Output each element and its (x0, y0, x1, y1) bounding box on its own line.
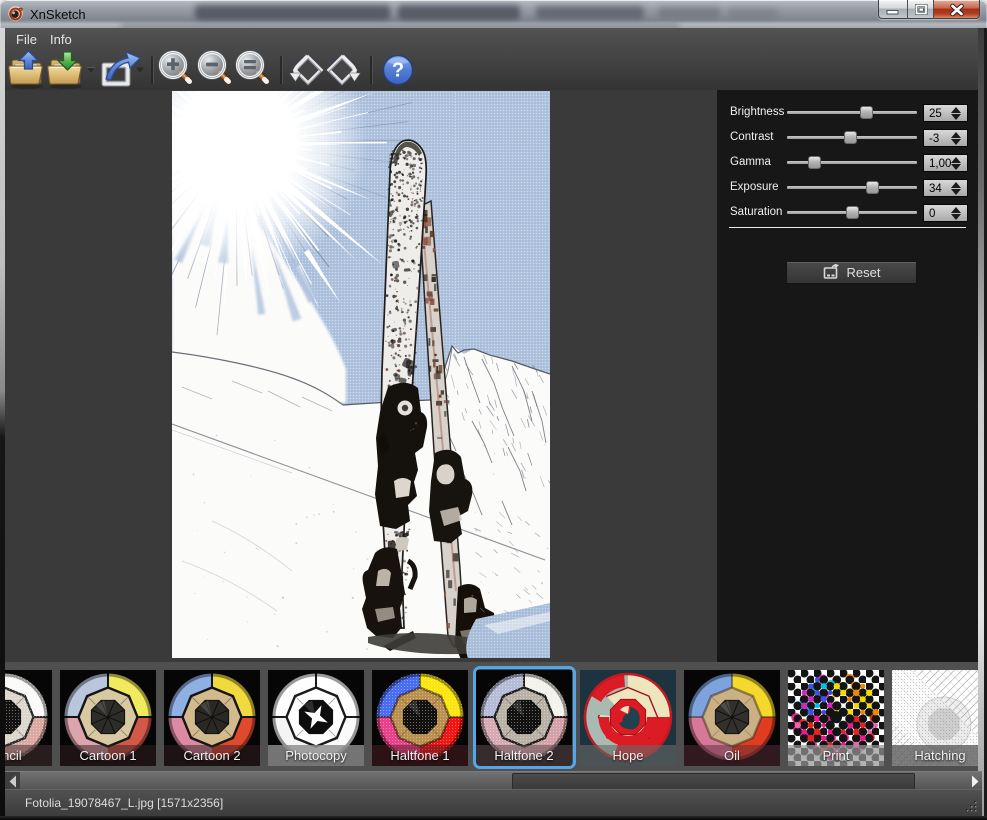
svg-text:?: ? (392, 60, 404, 82)
